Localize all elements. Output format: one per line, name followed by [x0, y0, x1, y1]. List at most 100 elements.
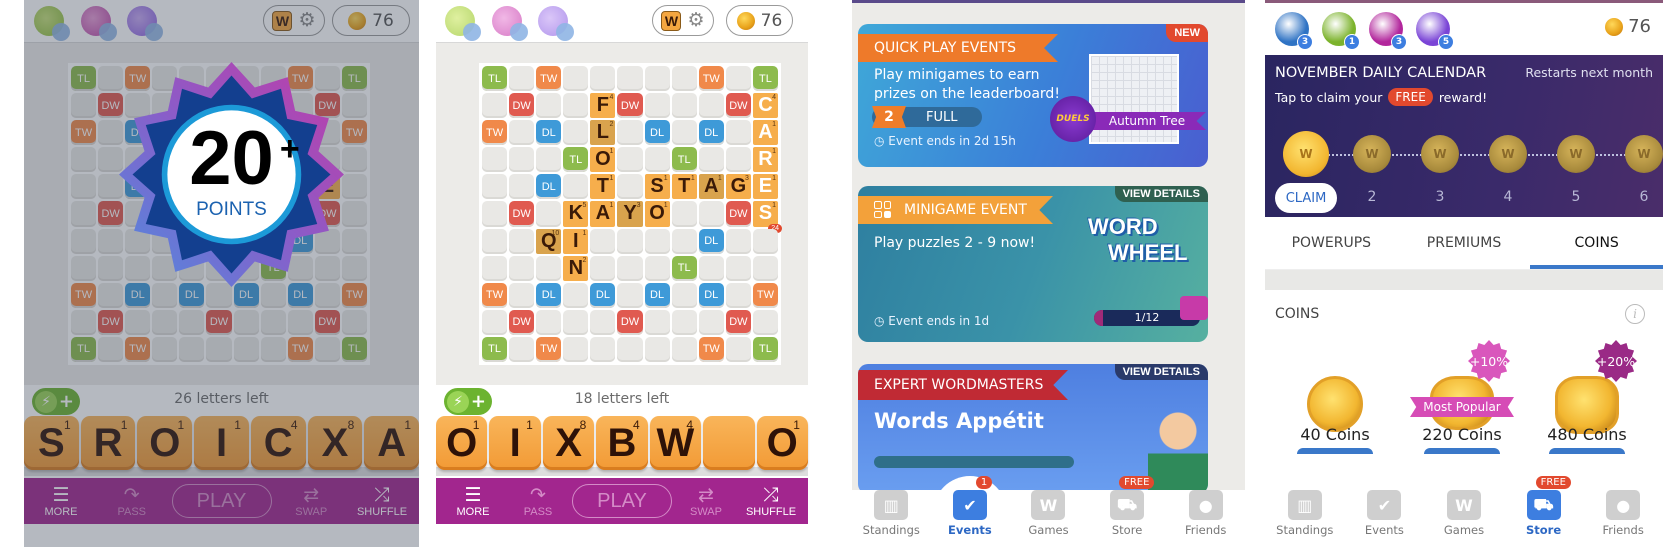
board-cell-dl[interactable]: DL	[590, 282, 616, 308]
swap-button[interactable]: ⇄ SWAP	[280, 485, 342, 518]
board-cell-tw[interactable]: TW	[341, 120, 367, 146]
board-cell-tl[interactable]: TL	[482, 66, 508, 92]
board-cell[interactable]	[260, 336, 286, 362]
board-cell[interactable]	[71, 174, 97, 200]
board-cell[interactable]	[725, 228, 751, 254]
board-cell-tl[interactable]: TL	[71, 336, 97, 362]
board-cell[interactable]	[509, 228, 535, 254]
board-cell[interactable]	[71, 228, 97, 254]
board-cell[interactable]	[152, 309, 178, 335]
play-button[interactable]: PLAY	[171, 484, 272, 518]
rack-tile[interactable]: A1	[364, 416, 419, 470]
day-1-coin-icon[interactable]: W	[1283, 131, 1329, 177]
board-cell[interactable]	[98, 336, 124, 362]
board-cell[interactable]	[152, 336, 178, 362]
powerup-swirl-icon[interactable]	[34, 6, 70, 41]
board-cell[interactable]	[536, 147, 562, 173]
board-cell-dl[interactable]: DL	[698, 120, 724, 146]
board-cell[interactable]	[314, 336, 340, 362]
powerup-magnifier-icon[interactable]	[127, 6, 163, 41]
board-cell[interactable]	[71, 93, 97, 119]
rack-tile[interactable]: X8	[542, 416, 595, 470]
board-tile[interactable]: R1	[752, 147, 778, 173]
board-cell[interactable]	[698, 201, 724, 227]
board-cell[interactable]	[617, 282, 643, 308]
board-cell-dl[interactable]: DL	[536, 174, 562, 200]
board-cell[interactable]	[590, 255, 616, 281]
board-cell-tl[interactable]: TL	[341, 336, 367, 362]
board-cell[interactable]	[260, 309, 286, 335]
nav-games[interactable]: W Games	[1434, 490, 1494, 537]
board-cell[interactable]	[341, 147, 367, 173]
rack-tile[interactable]: R1	[80, 416, 136, 470]
board-cell[interactable]	[509, 336, 535, 362]
shuffle-button[interactable]: ⤮ SHUFFLE	[740, 485, 802, 518]
board-cell[interactable]	[671, 336, 697, 362]
tab-coins[interactable]: COINS	[1530, 217, 1663, 269]
board-tile[interactable]: G3	[725, 174, 751, 200]
board-cell-dl[interactable]: DL	[536, 120, 562, 146]
board-cell-tw[interactable]: TW	[71, 120, 97, 146]
board-cell[interactable]	[509, 174, 535, 200]
board-tile[interactable]: O1	[644, 201, 670, 227]
board-cell[interactable]	[341, 93, 367, 119]
event-card-expert-wordmasters[interactable]: EXPERT WORDMASTERS VIEW DETAILS Words Ap…	[858, 364, 1208, 494]
board-cell[interactable]	[725, 336, 751, 362]
buy-button[interactable]	[1297, 448, 1373, 454]
nav-standings[interactable]: ▥ Standings	[1275, 490, 1335, 537]
board-cell-tw[interactable]: TW	[341, 282, 367, 308]
board-cell-dw[interactable]: DW	[617, 309, 643, 335]
board-cell-dl[interactable]: DL	[536, 282, 562, 308]
board-cell-dw[interactable]: DW	[617, 93, 643, 119]
game-board[interactable]: TL TW TW TL DW F 4 DW DW C 4 TW DL L 2 DL DL A 1 TL O 1 TL R 1 DL…	[479, 63, 782, 365]
board-cell[interactable]	[482, 174, 508, 200]
board-tile[interactable]: I1	[563, 228, 589, 254]
board-cell-tw[interactable]: TW	[71, 282, 97, 308]
board-cell[interactable]	[233, 336, 259, 362]
board-cell[interactable]	[617, 147, 643, 173]
board-cell-dw[interactable]: DW	[725, 93, 751, 119]
coin-balance[interactable]: 76	[726, 5, 793, 36]
board-cell[interactable]	[617, 255, 643, 281]
nav-games[interactable]: W Games	[1018, 490, 1078, 537]
buy-button[interactable]	[1424, 448, 1500, 454]
board-cell[interactable]	[671, 120, 697, 146]
rack-tile[interactable]: I1	[489, 416, 541, 470]
board-cell-tw[interactable]: TW	[482, 282, 508, 308]
board-cell-tw[interactable]: TW	[536, 336, 562, 362]
rack-tile[interactable]: C4	[250, 416, 306, 470]
board-cell[interactable]	[590, 228, 616, 254]
board-cell[interactable]	[341, 201, 367, 227]
coin-pack-480[interactable]: +20% 480 Coins	[1527, 340, 1647, 470]
board-cell[interactable]	[482, 147, 508, 173]
board-cell[interactable]	[206, 336, 232, 362]
board-cell[interactable]	[590, 336, 616, 362]
nav-friends[interactable]: ● Friends	[1176, 490, 1236, 537]
board-cell[interactable]	[644, 336, 670, 362]
board-cell[interactable]	[617, 228, 643, 254]
board-tile[interactable]: T1	[671, 174, 697, 200]
board-cell[interactable]	[482, 309, 508, 335]
board-cell-tl[interactable]: TL	[482, 336, 508, 362]
board-cell[interactable]	[233, 309, 259, 335]
board-cell-dl[interactable]: DL	[644, 282, 670, 308]
coin-balance[interactable]: 76	[1605, 16, 1651, 37]
board-cell[interactable]	[644, 309, 670, 335]
board-cell[interactable]	[563, 93, 589, 119]
rack-tile[interactable]: I1	[194, 416, 249, 470]
board-tile[interactable]: L2	[590, 120, 616, 146]
board-tile[interactable]: N2	[563, 255, 589, 281]
board-cell[interactable]	[671, 282, 697, 308]
board-cell[interactable]	[536, 309, 562, 335]
board-cell[interactable]	[671, 228, 697, 254]
board-cell[interactable]	[671, 66, 697, 92]
powerup-swap-icon[interactable]	[492, 6, 528, 41]
board-tile[interactable]: K5	[563, 201, 589, 227]
board-cell-tl[interactable]: TL	[671, 255, 697, 281]
board-cell[interactable]	[536, 255, 562, 281]
board-tile[interactable]: A1	[698, 174, 724, 200]
board-tile[interactable]: O1	[590, 147, 616, 173]
board-tile[interactable]: E1	[752, 174, 778, 200]
board-cell[interactable]	[509, 120, 535, 146]
board-cell-tw[interactable]: TW	[125, 336, 151, 362]
